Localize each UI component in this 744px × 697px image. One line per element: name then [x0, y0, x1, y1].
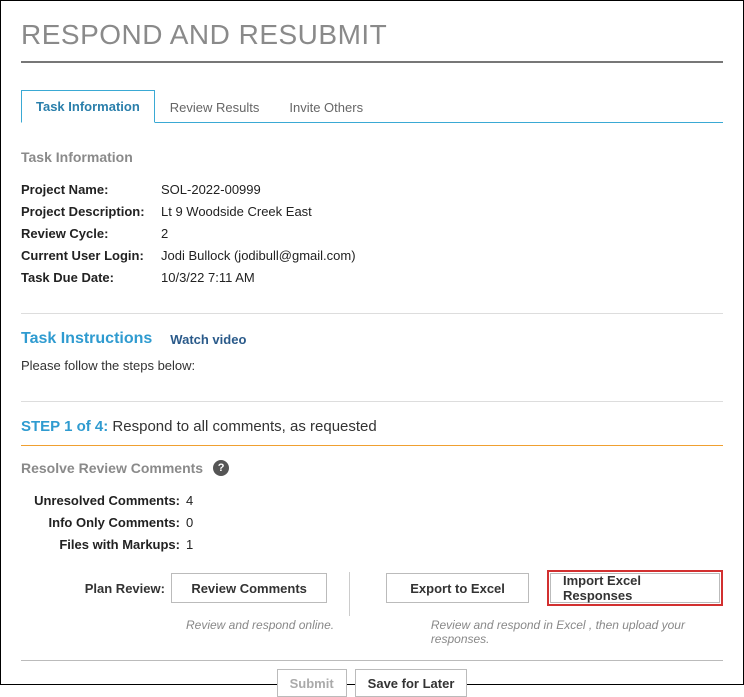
row-info-only: Info Only Comments: 0	[21, 512, 723, 534]
plan-review-label: Plan Review:	[21, 581, 171, 596]
value-review-cycle: 2	[161, 223, 168, 245]
value-due-date: 10/3/22 7:11 AM	[161, 267, 255, 289]
label-current-user: Current User Login:	[21, 245, 161, 267]
import-excel-highlight: Import Excel Responses	[547, 570, 723, 606]
tab-invite-others[interactable]: Invite Others	[274, 91, 378, 123]
divider-1	[21, 313, 723, 314]
row-project-description: Project Description: Lt 9 Woodside Creek…	[21, 201, 723, 223]
row-project-name: Project Name: SOL-2022-00999	[21, 179, 723, 201]
page-title: RESPOND AND RESUBMIT	[21, 19, 723, 51]
title-divider	[21, 61, 723, 63]
value-current-user: Jodi Bullock (jodibull@gmail.com)	[161, 245, 356, 267]
step-number: STEP 1 of 4:	[21, 418, 108, 435]
comment-counts: Unresolved Comments: 4 Info Only Comment…	[21, 490, 723, 556]
save-for-later-button[interactable]: Save for Later	[355, 669, 468, 697]
watch-video-link[interactable]: Watch video	[170, 332, 246, 347]
row-current-user: Current User Login: Jodi Bullock (jodibu…	[21, 245, 723, 267]
divider-2	[21, 401, 723, 402]
row-review-cycle: Review Cycle: 2	[21, 223, 723, 245]
resolve-title: Resolve Review Comments	[21, 460, 203, 476]
step-heading: STEP 1 of 4: Respond to all comments, as…	[21, 418, 723, 435]
value-info-only: 0	[186, 512, 193, 534]
app-frame: RESPOND AND RESUBMIT Task Information Re…	[0, 0, 744, 685]
value-project-description: Lt 9 Woodside Creek East	[161, 201, 312, 223]
row-unresolved: Unresolved Comments: 4	[21, 490, 723, 512]
value-unresolved: 4	[186, 490, 193, 512]
label-info-only: Info Only Comments:	[21, 512, 186, 534]
label-due-date: Task Due Date:	[21, 267, 161, 289]
plan-review-actions: Plan Review: Review Comments Export to E…	[21, 566, 723, 610]
tab-task-information[interactable]: Task Information	[21, 90, 155, 123]
helper-review-online: Review and respond online.	[186, 618, 371, 646]
value-markups: 1	[186, 534, 193, 556]
label-unresolved: Unresolved Comments:	[21, 490, 186, 512]
step-divider	[21, 445, 723, 446]
import-excel-responses-button[interactable]: Import Excel Responses	[550, 573, 720, 603]
resolve-header: Resolve Review Comments ?	[21, 460, 723, 476]
task-info-heading: Task Information	[21, 149, 723, 165]
value-project-name: SOL-2022-00999	[161, 179, 261, 201]
vertical-divider	[349, 572, 350, 616]
instructions-text: Please follow the steps below:	[21, 358, 723, 373]
tab-review-results[interactable]: Review Results	[155, 91, 275, 123]
row-markups: Files with Markups: 1	[21, 534, 723, 556]
tab-bar: Task Information Review Results Invite O…	[21, 89, 723, 123]
label-review-cycle: Review Cycle:	[21, 223, 161, 245]
helper-review-excel: Review and respond in Excel , then uploa…	[431, 618, 723, 646]
footer-divider	[21, 660, 723, 661]
submit-button: Submit	[277, 669, 347, 697]
task-instructions-title: Task Instructions	[21, 330, 152, 348]
footer-buttons: Submit Save for Later	[21, 669, 723, 697]
row-due-date: Task Due Date: 10/3/22 7:11 AM	[21, 267, 723, 289]
label-project-description: Project Description:	[21, 201, 161, 223]
task-info-table: Project Name: SOL-2022-00999 Project Des…	[21, 179, 723, 289]
helper-texts: Review and respond online. Review and re…	[21, 618, 723, 646]
instructions-header: Task Instructions Watch video	[21, 330, 723, 348]
label-markups: Files with Markups:	[21, 534, 186, 556]
help-icon[interactable]: ?	[213, 460, 229, 476]
review-comments-button[interactable]: Review Comments	[171, 573, 327, 603]
step-description: Respond to all comments, as requested	[112, 418, 376, 435]
export-excel-button[interactable]: Export to Excel	[386, 573, 529, 603]
label-project-name: Project Name:	[21, 179, 161, 201]
